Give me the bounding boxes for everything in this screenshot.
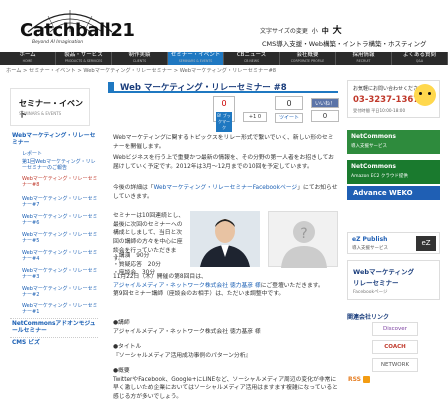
nav-products[interactable]: 製品・サービス PRODUCTS & SERVICES xyxy=(56,52,112,65)
contact-phone: 03-3237-1367 xyxy=(353,95,420,105)
related-links-title: 関連会社リンク xyxy=(347,314,390,321)
placeholder-avatar-icon: ? xyxy=(268,211,338,268)
advance-weko-banner[interactable]: Advance WEKO xyxy=(347,186,440,200)
font-size-small[interactable]: 小 xyxy=(312,26,318,35)
summary-section: ●概要 TwitterやFacebook、Google+にLINEなど、ソーシャ… xyxy=(113,368,338,400)
schedule-item: ・質疑応答 20分 xyxy=(113,261,161,268)
sidebar-item-cms-biz[interactable]: CMS ビズ xyxy=(12,340,100,347)
intro-paragraph: Webマーケティングに関するトピックスをリレー形式で繋いでいく、新しい形のセミナ… xyxy=(113,135,334,150)
mascot-icon xyxy=(414,84,436,106)
facebook-paragraph: 今後の詳細は「Webマーケティング・リレーセミナーFacebookページ」にてお… xyxy=(113,185,338,200)
sidebar-item-seminar-3[interactable]: Webマーケティング・リレーセミナー#3 xyxy=(22,268,98,281)
section-banner: セミナー・イベント SEMINARS & EVENTS xyxy=(10,88,90,126)
nav-clients[interactable]: 制作実績 CLIENTS xyxy=(112,52,168,65)
sidebar-item-seminar-4[interactable]: Webマーケティング・リレーセミナー#4 xyxy=(22,250,98,263)
section-banner-en: SEMINARS & EVENTS xyxy=(19,111,62,116)
nav-home[interactable]: ホーム HOME xyxy=(0,52,56,65)
share-buttons: 0 B! ブックマーク +1 0 0 ツイート いいね！ 0 xyxy=(213,96,343,132)
speaker-photo xyxy=(190,211,260,267)
logo-tagline: Beyond AI Imagination xyxy=(32,40,84,45)
sidebar-divider xyxy=(10,337,98,338)
facebook-page-link[interactable]: Webマーケティング・リレーセミナーFacebookページ xyxy=(154,185,298,191)
logo[interactable]: Catchball21 Beyond AI Imagination xyxy=(18,2,135,50)
related-link-discover[interactable]: Discover xyxy=(372,322,418,336)
nav-company[interactable]: 会社概要 CORPORATE PROFILE xyxy=(280,52,336,65)
sidebar-item-seminar-5[interactable]: Webマーケティング・リレーセミナー#5 xyxy=(22,232,98,245)
schedule-paragraph: Webビジネスを行う上で重要かつ最新の情報を、その分野の第一人者をお招きしてお届… xyxy=(113,155,334,170)
logo-text: Catchball21 xyxy=(20,20,135,41)
section-banner-title: セミナー・イベント xyxy=(19,99,83,119)
tweet-count: 0 xyxy=(275,96,303,110)
sidebar-item-seminar-1[interactable]: Webマーケティング・リレーセミナー#1 xyxy=(22,303,98,316)
header-tagline: CMS導入支援・Web構築・イントラ構築・ホスティング xyxy=(262,40,427,48)
ez-publish-banner[interactable]: eZ Publish 導入支援サービス eZ xyxy=(347,232,440,254)
title-marker xyxy=(108,82,114,91)
schedule-item: ・講演 90分 xyxy=(113,253,150,259)
facebook-like-button[interactable]: いいね！ xyxy=(311,98,339,108)
facebook-like-count: 0 xyxy=(311,110,339,122)
font-size-label: 文字サイズの変更 xyxy=(260,28,308,35)
netcommons-cloud-banner[interactable]: NetCommons Amazon EC2 クラウド提供 xyxy=(347,160,440,184)
lecturer-section: ●講師 アジャイルメディア・ネットワーク株式会社 徳力基彦 様 xyxy=(113,320,261,335)
talk-title-section: ●タイトル 『ソーシャルメディア活用成功事例のパターン分析』 xyxy=(113,344,252,359)
sidebar-item-seminar-7[interactable]: Webマーケティング・リレーセミナー#7 xyxy=(22,196,98,209)
nav-cb-news[interactable]: CBニュース CB NEWS xyxy=(224,52,280,65)
rss-icon xyxy=(363,376,370,383)
nav-seminars[interactable]: セミナー・イベント SEMINARS & EVENTS xyxy=(168,52,224,65)
speaker-link[interactable]: アジャイルメディア・ネットワーク株式会社 徳力基彦 様 xyxy=(113,283,261,289)
sidebar-item-seminar-2[interactable]: Webマーケティング・リレーセミナー#2 xyxy=(22,286,98,299)
netcommons-support-banner[interactable]: NetCommons 導入支援サービス xyxy=(347,130,440,154)
sidebar-item-seminar-8[interactable]: Webマーケティング・リレーセミナー#8 xyxy=(22,176,98,189)
related-link-coach[interactable]: COACH xyxy=(372,340,418,354)
svg-text:?: ? xyxy=(300,226,307,242)
relay-seminar-facebook-banner[interactable]: Webマーケティング リレーセミナー Facebookページ xyxy=(347,260,440,300)
site-header: Catchball21 Beyond AI Imagination 文字サイズの… xyxy=(0,0,448,52)
related-link-network[interactable]: NETWORK xyxy=(372,358,418,372)
sidebar-item-report-1[interactable]: 第1回Webマーケティング・リレーセミナーのご報告 xyxy=(22,159,98,172)
nav-recruit[interactable]: 採用情報 RECRUIT xyxy=(336,52,392,65)
page-title-bar: Web マーケティング・リレーセミナー #8 xyxy=(108,80,338,93)
global-nav: ホーム HOME 製品・サービス PRODUCTS & SERVICES 制作実績 C… xyxy=(0,52,448,65)
hatena-bookmark-button[interactable]: 0 B! ブックマーク xyxy=(213,96,235,132)
sidebar-item-relay-seminar[interactable]: Webマーケティング・リレーセミナー xyxy=(12,133,100,147)
nav-faq[interactable]: よくある質問 Q&A xyxy=(392,52,448,65)
rss-link[interactable]: RSS xyxy=(348,376,370,383)
sidebar-item-netcommons-seminar[interactable]: NetCommonsアドオンモジュールセミナー xyxy=(12,321,100,335)
sidebar-item-report[interactable]: レポート xyxy=(22,151,98,157)
font-size-large[interactable]: 大 xyxy=(333,23,342,36)
breadcrumb[interactable]: ホーム > セミナー・イベント > Webマーケティング・リレーセミナー > W… xyxy=(6,67,276,74)
ez-logo-icon: eZ xyxy=(416,236,436,251)
sidebar-item-seminar-6[interactable]: Webマーケティング・リレーセミナー#6 xyxy=(22,214,98,227)
sidebar-divider xyxy=(10,318,98,319)
gplus-button[interactable]: +1 0 xyxy=(243,112,267,122)
tweet-button[interactable]: ツイート xyxy=(275,113,303,123)
contact-banner[interactable]: お気軽にお問い合わせください 03-3237-1367 受付時間 平日10:00… xyxy=(347,80,440,118)
event-paragraph: 11月22日（木）開催の第8回目は、 アジャイルメディア・ネットワーク株式会社 … xyxy=(113,274,324,298)
font-size-medium[interactable]: 中 xyxy=(322,26,329,36)
font-size-switcher: 文字サイズの変更 小 中 大 xyxy=(260,23,342,36)
page-title: Web マーケティング・リレーセミナー #8 xyxy=(120,83,287,93)
